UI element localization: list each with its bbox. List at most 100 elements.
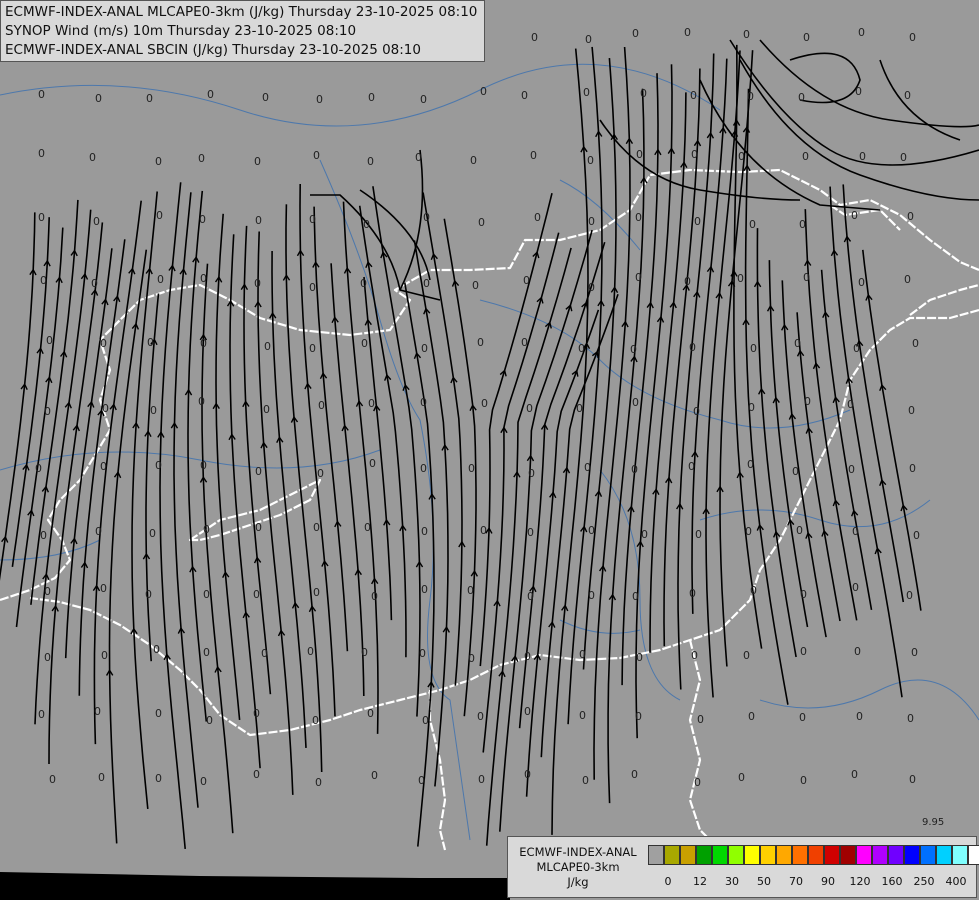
sbcin-value: 0 (909, 462, 916, 475)
legend-title-line: MLCAPE0-3km (536, 860, 620, 874)
legend-swatch (712, 845, 728, 865)
sbcin-value: 0 (368, 91, 375, 104)
sbcin-value: 0 (200, 337, 207, 350)
legend-swatch (936, 845, 952, 865)
sbcin-value: 0 (527, 590, 534, 603)
sbcin-value: 0 (632, 27, 639, 40)
sbcin-value: 0 (155, 707, 162, 720)
legend-tick-label: 90 (821, 875, 835, 888)
corner-value-label: 9.95 (922, 817, 945, 828)
sbcin-value: 0 (693, 405, 700, 418)
sbcin-value: 0 (684, 26, 691, 39)
sbcin-value: 0 (420, 462, 427, 475)
sbcin-value: 0 (912, 337, 919, 350)
sbcin-value: 0 (855, 85, 862, 98)
sbcin-value: 0 (800, 588, 807, 601)
sbcin-value: 0 (40, 274, 47, 287)
sbcin-value: 0 (695, 528, 702, 541)
sbcin-value: 0 (422, 714, 429, 727)
legend-swatch (776, 845, 792, 865)
sbcin-value: 0 (908, 404, 915, 417)
sbcin-value: 0 (689, 341, 696, 354)
sbcin-value: 0 (420, 93, 427, 106)
sbcin-value: 0 (147, 336, 154, 349)
sbcin-value: 0 (95, 525, 102, 538)
sbcin-value: 0 (636, 651, 643, 664)
sbcin-value: 0 (206, 714, 213, 727)
sbcin-value: 0 (149, 527, 156, 540)
sbcin-value: 0 (854, 645, 861, 658)
sbcin-value: 0 (635, 710, 642, 723)
legend-swatch (808, 845, 824, 865)
sbcin-value: 0 (198, 395, 205, 408)
sbcin-value: 0 (524, 650, 531, 663)
sbcin-value: 0 (364, 521, 371, 534)
sbcin-value: 0 (421, 583, 428, 596)
sbcin-value: 0 (579, 709, 586, 722)
sbcin-value: 0 (798, 91, 805, 104)
sbcin-value: 0 (688, 460, 695, 473)
sbcin-value: 0 (309, 342, 316, 355)
legend-swatch (824, 845, 840, 865)
sbcin-value: 0 (856, 710, 863, 723)
legend-tick-label: 120 (849, 875, 871, 888)
sbcin-value: 0 (203, 523, 210, 536)
sbcin-value: 0 (913, 529, 920, 542)
sbcin-value: 0 (534, 211, 541, 224)
sbcin-value: 0 (264, 340, 271, 353)
sbcin-value: 0 (689, 587, 696, 600)
sbcin-value: 0 (747, 90, 754, 103)
sbcin-value: 0 (853, 342, 860, 355)
sbcin-value: 0 (361, 646, 368, 659)
sbcin-value: 0 (585, 33, 592, 46)
sbcin-value: 0 (91, 277, 98, 290)
sbcin-value: 0 (101, 649, 108, 662)
sbcin-value: 0 (526, 402, 533, 415)
title-line-synop-wind: SYNOP Wind (m/s) 10m Thursday 23-10-2025… (5, 23, 357, 39)
sbcin-value: 0 (477, 710, 484, 723)
legend-swatch (904, 845, 920, 865)
legend-swatch (792, 845, 808, 865)
sbcin-value: 0 (153, 643, 160, 656)
legend-swatch (840, 845, 856, 865)
sbcin-value: 0 (792, 465, 799, 478)
sbcin-value: 0 (419, 647, 426, 660)
sbcin-value: 0 (749, 218, 756, 231)
legend-swatch (952, 845, 968, 865)
color-legend: ECMWF-INDEX-ANAL MLCAPE0-3km J/kg 0 12 30 5… (507, 836, 979, 898)
sbcin-value: 0 (743, 28, 750, 41)
map-canvas[interactable]: 0 0 0 0 0 0 0 0 0 0 0 0 0 0 0 0 0 0 0 0 0 0 0 0 0 0 0 0 0 0 0 0 0 0 0 0 0 0 0 0… (0, 0, 979, 900)
sbcin-value: 0 (313, 149, 320, 162)
sbcin-value: 0 (309, 213, 316, 226)
legend-swatch (648, 845, 664, 865)
sbcin-value: 0 (44, 585, 51, 598)
sbcin-value: 0 (368, 397, 375, 410)
sbcin-value: 0 (367, 707, 374, 720)
sbcin-value: 0 (38, 211, 45, 224)
sbcin-value: 0 (371, 769, 378, 782)
sbcin-value: 0 (203, 588, 210, 601)
sbcin-value: 0 (588, 215, 595, 228)
sbcin-value: 0 (584, 461, 591, 474)
legend-tick-label: 250 (913, 875, 935, 888)
legend-tick-label: 400 (945, 875, 967, 888)
sbcin-value: 0 (632, 590, 639, 603)
sbcin-value: 0 (255, 521, 262, 534)
legend-swatch (968, 845, 979, 865)
sbcin-value: 0 (468, 462, 475, 475)
sbcin-value: 0 (852, 581, 859, 594)
legend-swatch (872, 845, 888, 865)
sbcin-value: 0 (100, 582, 107, 595)
sbcin-value: 0 (313, 521, 320, 534)
sbcin-value: 0 (371, 590, 378, 603)
legend-swatch (744, 845, 760, 865)
sbcin-value: 0 (253, 588, 260, 601)
sbcin-value: 0 (100, 460, 107, 473)
sbcin-value: 0 (527, 526, 534, 539)
sbcin-value: 0 (799, 711, 806, 724)
sbcin-value: 0 (576, 402, 583, 415)
legend-title-line: ECMWF-INDEX-ANAL (519, 845, 637, 859)
sbcin-value: 0 (316, 93, 323, 106)
sbcin-value: 0 (44, 651, 51, 664)
sbcin-value: 0 (531, 31, 538, 44)
